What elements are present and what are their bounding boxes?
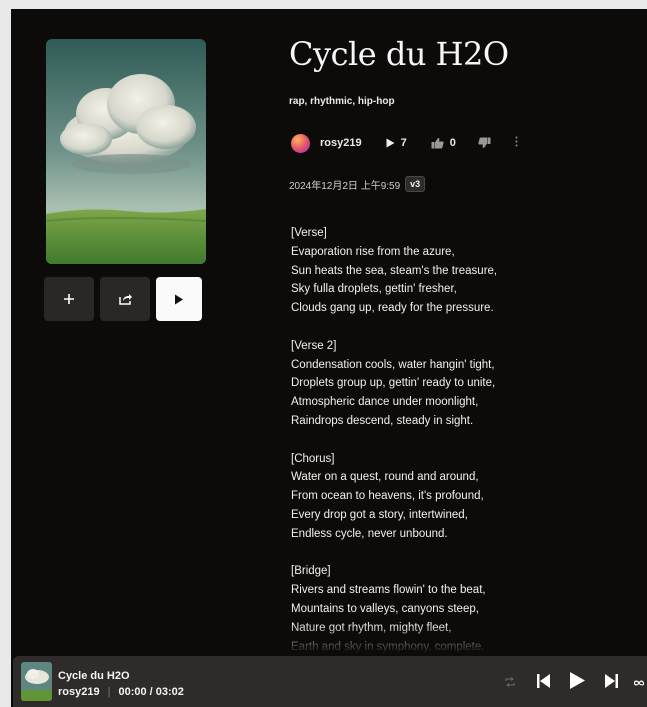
lyric-line: Droplets group up, gettin' ready to unit… <box>291 377 496 390</box>
next-button[interactable] <box>605 673 618 693</box>
play-icon <box>570 672 585 689</box>
lyric-spacer <box>291 318 551 337</box>
lyric-line: Clouds gang up, ready for the pressure. <box>291 302 494 315</box>
more-button[interactable] <box>515 136 518 150</box>
play-icon <box>386 138 395 148</box>
skip-previous-icon <box>537 673 550 688</box>
like-count: 0 <box>449 137 456 149</box>
created-date: 2024年12月2日 上午9:59 <box>289 180 401 192</box>
lyric-spacer <box>291 544 551 563</box>
lyric-line: [Bridge] <box>291 565 331 578</box>
lyric-line: Every drop got a story, intertwined, <box>291 508 468 521</box>
share-button[interactable] <box>100 277 150 321</box>
lyric-line: Water on a quest, round and around, <box>291 471 479 484</box>
more-vertical-icon <box>515 136 518 147</box>
play-icon <box>175 294 183 304</box>
skip-next-icon <box>605 673 618 688</box>
meta-row: rosy219 7 0 <box>291 133 518 153</box>
player-thumbnail[interactable] <box>21 662 52 701</box>
action-buttons <box>44 277 202 321</box>
player-subline: rosy219 | 00:00 / 03:02 <box>58 686 184 698</box>
plus-icon <box>64 294 74 304</box>
player-controls <box>505 672 645 694</box>
loop-icon <box>633 680 645 686</box>
date-row: 2024年12月2日 上午9:59 v3 <box>289 176 426 192</box>
repeat-button[interactable] <box>505 674 515 692</box>
play-button[interactable] <box>156 277 202 321</box>
thumbs-up-icon <box>431 138 444 149</box>
thumbs-down-icon <box>478 137 491 148</box>
add-button[interactable] <box>44 277 94 321</box>
lyric-lines: [Verse] Evaporation rise from the azure, S… <box>291 224 551 654</box>
dislike-button[interactable] <box>478 137 491 149</box>
lyric-line: Rivers and streams flowin' to the beat, <box>291 584 486 597</box>
player-title[interactable]: Cycle du H2O <box>58 670 130 682</box>
player-play-button[interactable] <box>570 672 585 694</box>
song-title: Cycle du H2O <box>289 35 509 73</box>
lyric-line: Raindrops descend, steady in sight. <box>291 414 474 427</box>
avatar[interactable] <box>291 133 310 153</box>
lyric-line: [Verse] <box>291 227 327 239</box>
lyric-line: From ocean to heavens, it's profound, <box>291 490 484 503</box>
version-badge: v3 <box>405 176 426 192</box>
lyric-line: Atmospheric dance under moonlight, <box>291 396 479 409</box>
lyric-line: Endless cycle, never unbound. <box>291 527 448 540</box>
lyric-spacer <box>291 431 551 450</box>
player-time: 00:00 / 03:02 <box>118 686 184 698</box>
song-tags[interactable]: rap, rhythmic, hip-hop <box>289 96 395 107</box>
separator: | <box>107 686 111 698</box>
player-artist[interactable]: rosy219 <box>58 686 100 698</box>
play-count: 7 <box>386 137 407 149</box>
song-page: Cycle du H2O rap, rhythmic, hip-hop rosy… <box>11 9 647 707</box>
lyrics-fade <box>291 624 551 654</box>
player-bar: Cycle du H2O rosy219 | 00:00 / 03:02 <box>13 656 647 707</box>
share-icon <box>118 294 132 305</box>
previous-button[interactable] <box>537 673 550 693</box>
lyrics: [Verse] Evaporation rise from the azure, S… <box>291 224 551 654</box>
lyric-line: [Verse 2] <box>291 339 337 352</box>
lyric-line: Condensation cools, water hangin' tight, <box>291 358 495 371</box>
lyric-line: Mountains to valleys, canyons steep, <box>291 602 479 615</box>
loop-button[interactable] <box>633 674 645 692</box>
play-count-value: 7 <box>400 137 407 149</box>
lyric-line: [Chorus] <box>291 452 335 465</box>
lyric-line: Evaporation rise from the azure, <box>291 245 455 258</box>
like-button[interactable]: 0 <box>431 137 456 149</box>
lyric-line: Sun heats the sea, steam's the treasure, <box>291 264 498 277</box>
artist-name[interactable]: rosy219 <box>320 137 362 149</box>
repeat-icon <box>505 677 515 687</box>
lyric-line: Sky fulla droplets, gettin' fresher, <box>291 283 457 296</box>
cover-art[interactable] <box>46 39 206 264</box>
